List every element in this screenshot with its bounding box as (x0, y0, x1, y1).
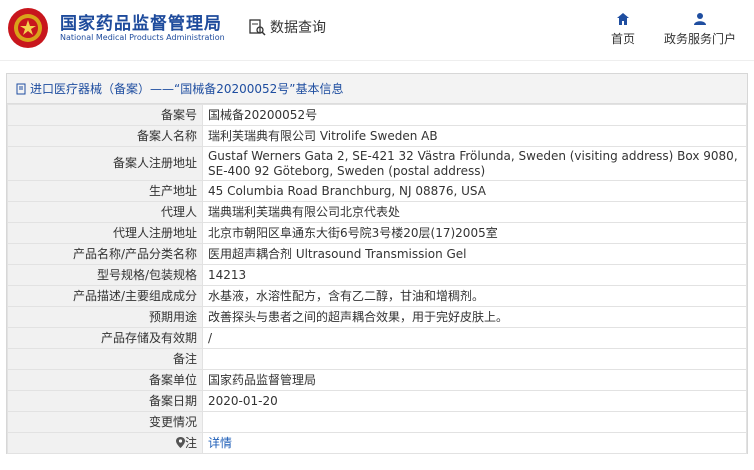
field-value: 改善探头与患者之间的超声耦合效果，用于完好皮肤上。 (202, 306, 747, 328)
pin-icon (175, 436, 185, 448)
field-value: 瑞典瑞利芙瑞典有限公司北京代表处 (202, 201, 747, 223)
field-value: 详情 (202, 432, 747, 454)
nav-home-label: 首页 (610, 32, 635, 46)
field-value: 国械备20200052号 (202, 104, 747, 126)
page-title: 数据查询 (248, 17, 326, 37)
field-value (202, 348, 747, 370)
field-label: 生产地址 (7, 180, 203, 202)
table-row: 备案日期 2020-01-20 (7, 390, 747, 412)
user-icon (694, 13, 706, 25)
table-row: 变更情况 (7, 411, 747, 433)
field-label: 备案人注册地址 (7, 146, 203, 181)
record-panel: 进口医疗器械（备案）——“国械备20200052号”基本信息 备案号 国械备202… (6, 73, 748, 454)
panel-header: 进口医疗器械（备案）——“国械备20200052号”基本信息 (7, 74, 747, 104)
site-header: 国家药品监督管理局 National Medical Products Admi… (0, 0, 754, 60)
table-row: 代理人 瑞典瑞利芙瑞典有限公司北京代表处 (7, 201, 747, 223)
site-name[interactable]: 国家药品监督管理局 (60, 9, 222, 34)
field-value: 医用超声耦合剂 Ultrasound Transmission Gel (202, 243, 747, 265)
field-label: 备案号 (7, 104, 203, 126)
field-label: 产品存储及有效期 (7, 327, 203, 349)
field-value: 北京市朝阳区阜通东大街6号院3号楼20层(17)2005室 (202, 222, 747, 244)
field-label: 注 (7, 432, 203, 454)
data-query-icon (249, 19, 266, 36)
record-table: 备案号 国械备20200052号 备案人名称 瑞利芙瑞典有限公司 Vitrolife… (7, 104, 747, 454)
field-value: / (202, 327, 747, 349)
home-icon (617, 13, 629, 25)
table-row: 产品存储及有效期 / (7, 327, 747, 349)
field-value: 水基液，水溶性配方，含有乙二醇，甘油和增稠剂。 (202, 285, 747, 307)
table-row: 备案单位 国家药品监督管理局 (7, 369, 747, 391)
table-row: 备案号 国械备20200052号 (7, 104, 747, 126)
field-value (202, 411, 747, 433)
details-link[interactable]: 详情 (208, 436, 232, 450)
table-row: 注 详情 (7, 432, 747, 454)
header-divider (0, 60, 754, 73)
site-name-en: National Medical Products Administration (60, 33, 225, 42)
field-label: 备案单位 (7, 369, 203, 391)
table-row: 型号规格/包装规格 14213 (7, 264, 747, 286)
field-value: 瑞利芙瑞典有限公司 Vitrolife Sweden AB (202, 125, 747, 147)
field-value: 45 Columbia Road Branchburg, NJ 08876, U… (202, 180, 747, 202)
panel-title: 进口医疗器械（备案）——“国械备20200052号”基本信息 (30, 82, 344, 96)
field-label: 产品名称/产品分类名称 (7, 243, 203, 265)
field-value: 2020-01-20 (202, 390, 747, 412)
table-row: 产品描述/主要组成成分 水基液，水溶性配方，含有乙二醇，甘油和增稠剂。 (7, 285, 747, 307)
table-row: 备注 (7, 348, 747, 370)
page-title-label: 数据查询 (270, 20, 326, 36)
field-label: 代理人注册地址 (7, 222, 203, 244)
table-row: 生产地址 45 Columbia Road Branchburg, NJ 0887… (7, 180, 747, 202)
field-label: 备案人名称 (7, 125, 203, 147)
document-icon (16, 83, 26, 94)
field-label: 变更情况 (7, 411, 203, 433)
field-label: 代理人 (7, 201, 203, 223)
field-label: 备案日期 (7, 390, 203, 412)
table-row: 备案人名称 瑞利芙瑞典有限公司 Vitrolife Sweden AB (7, 125, 747, 147)
field-label: 产品描述/主要组成成分 (7, 285, 203, 307)
nav-gov-service[interactable]: 政务服务门户 (660, 12, 740, 47)
national-emblem-icon (8, 8, 48, 48)
field-label: 预期用途 (7, 306, 203, 328)
nav-home[interactable]: 首页 (606, 12, 640, 47)
table-row: 代理人注册地址 北京市朝阳区阜通东大街6号院3号楼20层(17)2005室 (7, 222, 747, 244)
note-label: 注 (184, 435, 197, 450)
table-row: 备案人注册地址 Gustaf Werners Gata 2, SE-421 32 … (7, 146, 747, 181)
table-row: 预期用途 改善探头与患者之间的超声耦合效果，用于完好皮肤上。 (7, 306, 747, 328)
field-label: 备注 (7, 348, 203, 370)
nav-gov-label: 政务服务门户 (663, 32, 736, 46)
field-value: 14213 (202, 264, 747, 286)
field-label: 型号规格/包装规格 (7, 264, 203, 286)
field-value: Gustaf Werners Gata 2, SE-421 32 Västra … (202, 146, 747, 181)
table-row: 产品名称/产品分类名称 医用超声耦合剂 Ultrasound Transmissi… (7, 243, 747, 265)
field-value: 国家药品监督管理局 (202, 369, 747, 391)
